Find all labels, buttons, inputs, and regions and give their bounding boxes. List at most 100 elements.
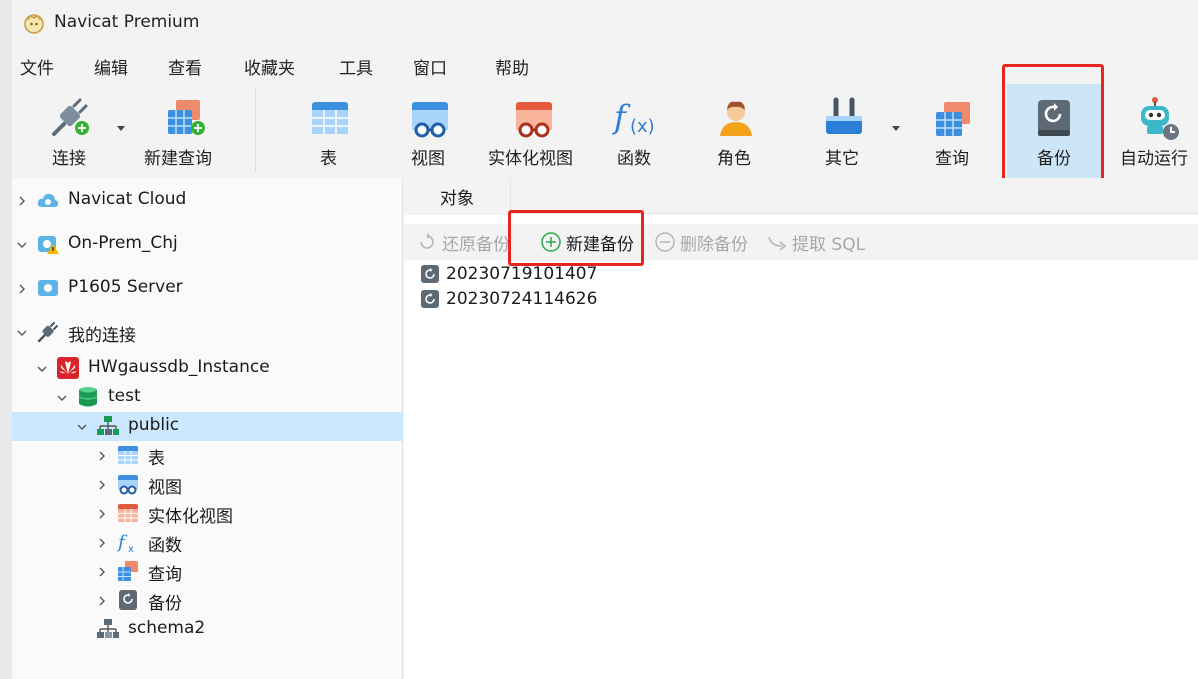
title-bar: Navicat Premium <box>12 0 1198 46</box>
chevron-down-icon[interactable] <box>36 363 48 375</box>
tab-objects-label: 对象 <box>440 189 474 209</box>
toolbar-separator <box>255 88 256 172</box>
menu-favorites[interactable]: 收藏夹 <box>244 54 295 79</box>
tree-label: Navicat Cloud <box>68 189 187 209</box>
tree-node-my-connections[interactable]: 我的连接 <box>12 318 403 347</box>
chevron-right-icon[interactable] <box>16 283 28 295</box>
chevron-down-icon[interactable] <box>16 239 28 251</box>
tree-label: test <box>108 386 141 406</box>
toolbar-connect-button[interactable]: 连接 <box>30 84 110 178</box>
toolbar-new-query-button[interactable]: 新建查询 <box>136 84 236 178</box>
svg-text:x: x <box>128 544 134 554</box>
tree-node-public-schema[interactable]: public <box>12 412 403 441</box>
toolbar-other-button[interactable]: 其它 <box>804 84 884 178</box>
tree-node-materialized-views[interactable]: 实体化视图 <box>12 499 403 528</box>
delete-backup-button[interactable]: 删除备份 <box>654 224 748 260</box>
toolbar-role-label: 角色 <box>717 149 751 169</box>
object-panel: 对象 还原备份 新建备份 删除备份 提取 SQL 20230719101407 … <box>404 178 1198 679</box>
tools-icon <box>826 97 862 134</box>
toolbar-function-button[interactable]: f (x) 函数 <box>596 84 676 178</box>
tab-bar: 对象 <box>404 178 1198 215</box>
toolbar-table-button[interactable]: 表 <box>290 84 370 178</box>
tree-label: public <box>128 415 180 435</box>
tree-label: 备份 <box>148 594 182 614</box>
tree-node-test-database[interactable]: test <box>12 383 403 412</box>
toolbar-view-button[interactable]: 视图 <box>390 84 470 178</box>
tree-node-p1605-server[interactable]: P1605 Server <box>12 274 403 303</box>
backup-list-item[interactable]: 20230724114626 <box>420 287 597 311</box>
cloud-icon <box>37 193 59 207</box>
backup-file-icon <box>421 290 439 308</box>
tree-label: 视图 <box>148 478 182 498</box>
chevron-right-icon[interactable] <box>96 566 108 578</box>
new-query-icon <box>168 100 205 135</box>
tree-node-backups[interactable]: 备份 <box>12 586 403 615</box>
chevron-down-icon[interactable] <box>16 327 28 339</box>
tree-node-views[interactable]: 视图 <box>12 470 403 499</box>
huawei-icon <box>57 357 79 379</box>
chevron-right-icon[interactable] <box>96 595 108 607</box>
tree-label: 实体化视图 <box>148 507 233 527</box>
tree-node-hwgaussdb-instance[interactable]: HWgaussdb_Instance <box>12 354 403 383</box>
backup-list-item[interactable]: 20230719101407 <box>420 262 597 286</box>
chevron-right-icon[interactable] <box>96 479 108 491</box>
server-icon <box>38 280 58 296</box>
menu-help[interactable]: 帮助 <box>495 54 529 79</box>
tree-label: 表 <box>148 449 165 469</box>
toolbar-materialized-view-button[interactable]: 实体化视图 <box>484 84 584 178</box>
toolbar-automation-button[interactable]: 自动运行 <box>1116 84 1198 178</box>
extract-sql-button[interactable]: 提取 SQL <box>766 224 865 260</box>
menu-bar: 文件 编辑 查看 收藏夹 工具 窗口 帮助 <box>12 50 1198 82</box>
table-icon <box>312 102 348 134</box>
view-icon <box>118 475 138 495</box>
chevron-down-icon[interactable] <box>76 421 88 433</box>
menu-file[interactable]: 文件 <box>20 54 54 79</box>
tree-label: schema2 <box>128 618 206 638</box>
chevron-right-icon[interactable] <box>96 508 108 520</box>
tab-objects[interactable]: 对象 <box>404 178 511 215</box>
svg-text:(x): (x) <box>630 116 655 137</box>
chevron-right-icon[interactable] <box>16 195 28 207</box>
other-dropdown-arrow-icon[interactable] <box>892 126 900 131</box>
tree-node-schema2[interactable]: schema2 <box>12 615 403 644</box>
restore-backup-label: 还原备份 <box>442 234 510 255</box>
toolbar-function-label: 函数 <box>617 149 651 169</box>
chevron-down-icon[interactable] <box>56 392 68 404</box>
toolbar-table-label: 表 <box>320 149 337 169</box>
chevron-right-icon[interactable] <box>96 537 108 549</box>
menu-tools[interactable]: 工具 <box>339 54 373 79</box>
toolbar-other-label: 其它 <box>825 149 859 169</box>
tree-node-navicat-cloud[interactable]: Navicat Cloud <box>12 186 403 215</box>
tree-node-queries[interactable]: 查询 <box>12 557 403 586</box>
toolbar-backup-button[interactable]: 备份 <box>1007 84 1101 178</box>
toolbar-connect-label: 连接 <box>52 149 86 169</box>
materialized-view-icon <box>118 504 138 522</box>
menu-edit[interactable]: 编辑 <box>94 54 128 79</box>
toolbar-role-button[interactable]: 角色 <box>696 84 776 178</box>
tree-label: 我的连接 <box>68 326 136 346</box>
connection-plug-icon <box>37 322 58 343</box>
extract-arrow-icon <box>768 236 787 251</box>
table-icon <box>118 446 138 464</box>
tree-label: HWgaussdb_Instance <box>88 357 270 377</box>
backup-name: 20230719101407 <box>446 264 598 284</box>
menu-view[interactable]: 查看 <box>168 54 202 79</box>
tree-node-tables[interactable]: 表 <box>12 441 403 470</box>
role-user-icon <box>720 101 752 136</box>
connect-dropdown-arrow-icon[interactable] <box>117 126 125 131</box>
tree-node-on-prem-chj[interactable]: On-Prem_Chj <box>12 230 403 259</box>
menu-window[interactable]: 窗口 <box>413 54 447 79</box>
tree-node-functions[interactable]: f x 函数 <box>12 528 403 557</box>
delete-backup-label: 删除备份 <box>680 234 748 255</box>
query-icon <box>936 102 970 136</box>
chevron-right-icon[interactable] <box>96 450 108 462</box>
connection-tree-sidebar: Navicat Cloud On-Prem_Chj P1605 Server 我… <box>12 178 403 679</box>
toolbar-new-query-label: 新建查询 <box>144 149 212 169</box>
add-circle-icon <box>541 232 561 252</box>
toolbar-query-button[interactable]: 查询 <box>914 84 994 178</box>
toolbar-query-label: 查询 <box>935 149 969 169</box>
new-backup-button[interactable]: 新建备份 <box>540 224 634 260</box>
tree-label: 函数 <box>148 536 182 556</box>
restore-backup-button[interactable]: 还原备份 <box>416 224 510 260</box>
navicat-logo-icon <box>24 14 44 34</box>
